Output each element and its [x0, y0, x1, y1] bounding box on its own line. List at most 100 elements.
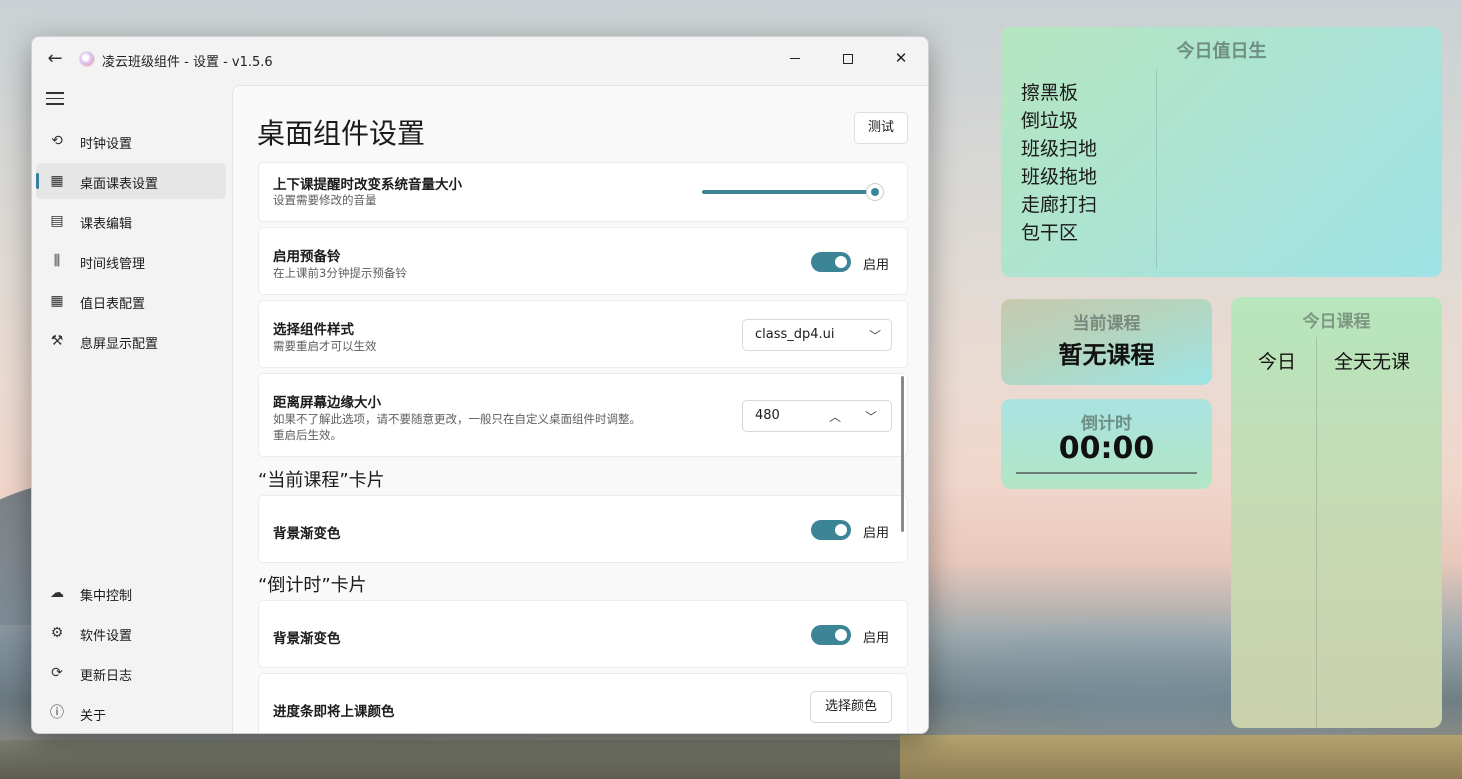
countdown-widget: 倒计时 00:00 [1001, 399, 1212, 489]
close-icon: ✕ [894, 49, 908, 67]
volume-title: 上下课提醒时改变系统音量大小 [273, 177, 462, 193]
chevron-up-icon[interactable]: ︿ [829, 408, 841, 425]
current-gradient-card: 背景渐变色 启用 [258, 495, 908, 563]
current-course-widget: 当前课程 暂无课程 [1001, 299, 1212, 385]
minimize-button[interactable] [772, 43, 818, 75]
calendar-grid-icon: ▦ [50, 293, 64, 309]
progress-color-card: 进度条即将上课颜色 选择颜色 [258, 673, 908, 733]
close-button[interactable]: ✕ [878, 43, 924, 75]
test-button[interactable]: 测试 [854, 112, 908, 144]
style-dropdown[interactable]: class_dp4.ui ﹀ [742, 319, 892, 351]
sidebar-item-clock[interactable]: ⟲ 时钟设置 [36, 123, 226, 159]
current-gradient-title: 背景渐变色 [273, 526, 341, 542]
margin-number-value: 480 [755, 408, 780, 423]
margin-desc-line2: 重启后生效。 [273, 428, 342, 442]
back-button[interactable]: ← [42, 47, 68, 73]
today-courses-title: 今日课程 [1302, 312, 1371, 332]
volume-card: 上下课提醒时改变系统音量大小 设置需要修改的音量 [258, 162, 908, 222]
prebell-toggle-label: 启用 [863, 258, 890, 273]
page-title: 桌面组件设置 [257, 117, 426, 150]
prebell-toggle[interactable] [811, 252, 851, 272]
arrow-left-icon: ← [47, 48, 63, 69]
section-countdown-card: “倒计时”卡片 [258, 575, 367, 596]
style-card: 选择组件样式 需要重启才可以生效 class_dp4.ui ﹀ [258, 300, 908, 368]
chevron-down-icon[interactable]: ﹀ [865, 408, 877, 425]
countdown-gradient-toggle[interactable] [811, 625, 851, 645]
chevron-down-icon: ﹀ [869, 329, 882, 343]
current-gradient-toggle-label: 启用 [863, 526, 890, 541]
progress-color-title: 进度条即将上课颜色 [273, 704, 395, 720]
window-title: 凌云班级组件 - 设置 - v1.5.6 [102, 55, 273, 70]
prebell-desc: 在上课前3分钟提示预备铃 [273, 266, 407, 280]
current-course-value: 暂无课程 [1058, 341, 1155, 369]
duty-item: 倒垃圾 [1021, 110, 1079, 132]
sidebar-item-central-control[interactable]: ☁ 集中控制 [36, 575, 226, 611]
today-divider [1316, 337, 1317, 728]
volume-slider-thumb[interactable] [866, 183, 884, 201]
sidebar-item-label: 关于 [80, 709, 107, 724]
grid-apps-icon: ▦ [50, 173, 64, 189]
sidebar-item-duty-config[interactable]: ▦ 值日表配置 [36, 283, 226, 319]
prebell-card: 启用预备铃 在上课前3分钟提示预备铃 启用 [258, 227, 908, 295]
title-bar: ← 凌云班级组件 - 设置 - v1.5.6 ✕ [32, 37, 928, 81]
margin-number-box[interactable]: 480 ︿ ﹀ [742, 400, 892, 432]
choose-color-button[interactable]: 选择颜色 [810, 691, 892, 723]
style-title: 选择组件样式 [273, 322, 354, 338]
sidebar-item-label: 息屏显示配置 [80, 337, 159, 352]
duty-item: 擦黑板 [1021, 82, 1079, 104]
margin-desc-line1: 如果不了解此选项，请不要随意更改，一般只在自定义桌面组件时调整。 [273, 412, 641, 426]
refresh-icon: ⟳ [51, 665, 63, 681]
sidebar-item-label: 软件设置 [80, 629, 133, 644]
volume-slider-track[interactable] [702, 190, 874, 194]
countdown-gradient-toggle-label: 启用 [863, 631, 890, 646]
countdown-gradient-title: 背景渐变色 [273, 631, 341, 647]
countdown-progress-bar [1016, 472, 1197, 474]
cloud-icon: ☁ [50, 585, 64, 601]
countdown-value: 00:00 [1058, 431, 1155, 466]
sidebar-item-software-settings[interactable]: ⚙ 软件设置 [36, 615, 226, 651]
minimize-icon [790, 58, 800, 59]
clock-history-icon: ⟲ [51, 133, 63, 149]
content-scrollbar[interactable] [901, 376, 904, 532]
sidebar-item-label: 集中控制 [80, 589, 133, 604]
tools-icon: ⚒ [50, 333, 64, 349]
style-dropdown-value: class_dp4.ui [755, 327, 835, 342]
duty-item: 走廊打扫 [1021, 194, 1098, 216]
today-courses-widget: 今日课程 今日 全天无课 [1231, 297, 1442, 728]
background-ground [0, 740, 900, 779]
maximize-icon [843, 53, 853, 64]
duty-title: 今日值日生 [1176, 41, 1267, 62]
margin-card: 距离屏幕边缘大小 如果不了解此选项，请不要随意更改，一般只在自定义桌面组件时调整… [258, 373, 908, 457]
sidebar-item-changelog[interactable]: ⟳ 更新日志 [36, 655, 226, 691]
duty-widget: 今日值日生 擦黑板 倒垃圾 班级扫地 班级拖地 走廊打扫 包干区 [1001, 27, 1442, 277]
duty-item: 包干区 [1021, 222, 1079, 244]
library-icon: ⫼ [53, 253, 61, 269]
sidebar-item-schedule-edit[interactable]: ▤ 课表编辑 [36, 203, 226, 239]
sidebar-item-screen-off[interactable]: ⚒ 息屏显示配置 [36, 323, 226, 359]
calendar-icon: ▤ [50, 213, 64, 229]
background-grass [900, 735, 1462, 779]
duty-item: 班级扫地 [1021, 138, 1098, 160]
current-gradient-toggle[interactable] [811, 520, 851, 540]
countdown-gradient-card: 背景渐变色 启用 [258, 600, 908, 668]
today-day-label: 今日 [1258, 351, 1297, 373]
sidebar-item-label: 时钟设置 [80, 137, 133, 152]
sidebar-item-desktop-schedule[interactable]: ▦ 桌面课表设置 [36, 163, 226, 199]
main-content: 桌面组件设置 测试 上下课提醒时改变系统音量大小 设置需要修改的音量 启用预备铃… [232, 85, 928, 733]
sidebar-item-label: 桌面课表设置 [80, 177, 159, 192]
duty-divider [1156, 69, 1157, 269]
prebell-title: 启用预备铃 [273, 249, 341, 265]
sidebar-item-about[interactable]: ⓘ 关于 [36, 695, 226, 731]
hamburger-menu-icon[interactable] [46, 92, 64, 106]
info-icon: ⓘ [50, 705, 64, 721]
settings-window: ← 凌云班级组件 - 设置 - v1.5.6 ✕ ⟲ 时钟设置 ▦ 桌面课表设置… [31, 36, 929, 734]
today-course-text: 全天无课 [1334, 351, 1411, 373]
maximize-button[interactable] [825, 43, 871, 75]
sidebar-item-label: 课表编辑 [80, 217, 133, 232]
duty-item: 班级拖地 [1021, 166, 1098, 188]
margin-title: 距离屏幕边缘大小 [273, 395, 381, 411]
section-current-card: “当前课程”卡片 [258, 470, 385, 491]
gear-icon: ⚙ [50, 625, 64, 641]
sidebar-item-label: 时间线管理 [80, 257, 146, 272]
sidebar-item-timeline[interactable]: ⫼ 时间线管理 [36, 243, 226, 279]
